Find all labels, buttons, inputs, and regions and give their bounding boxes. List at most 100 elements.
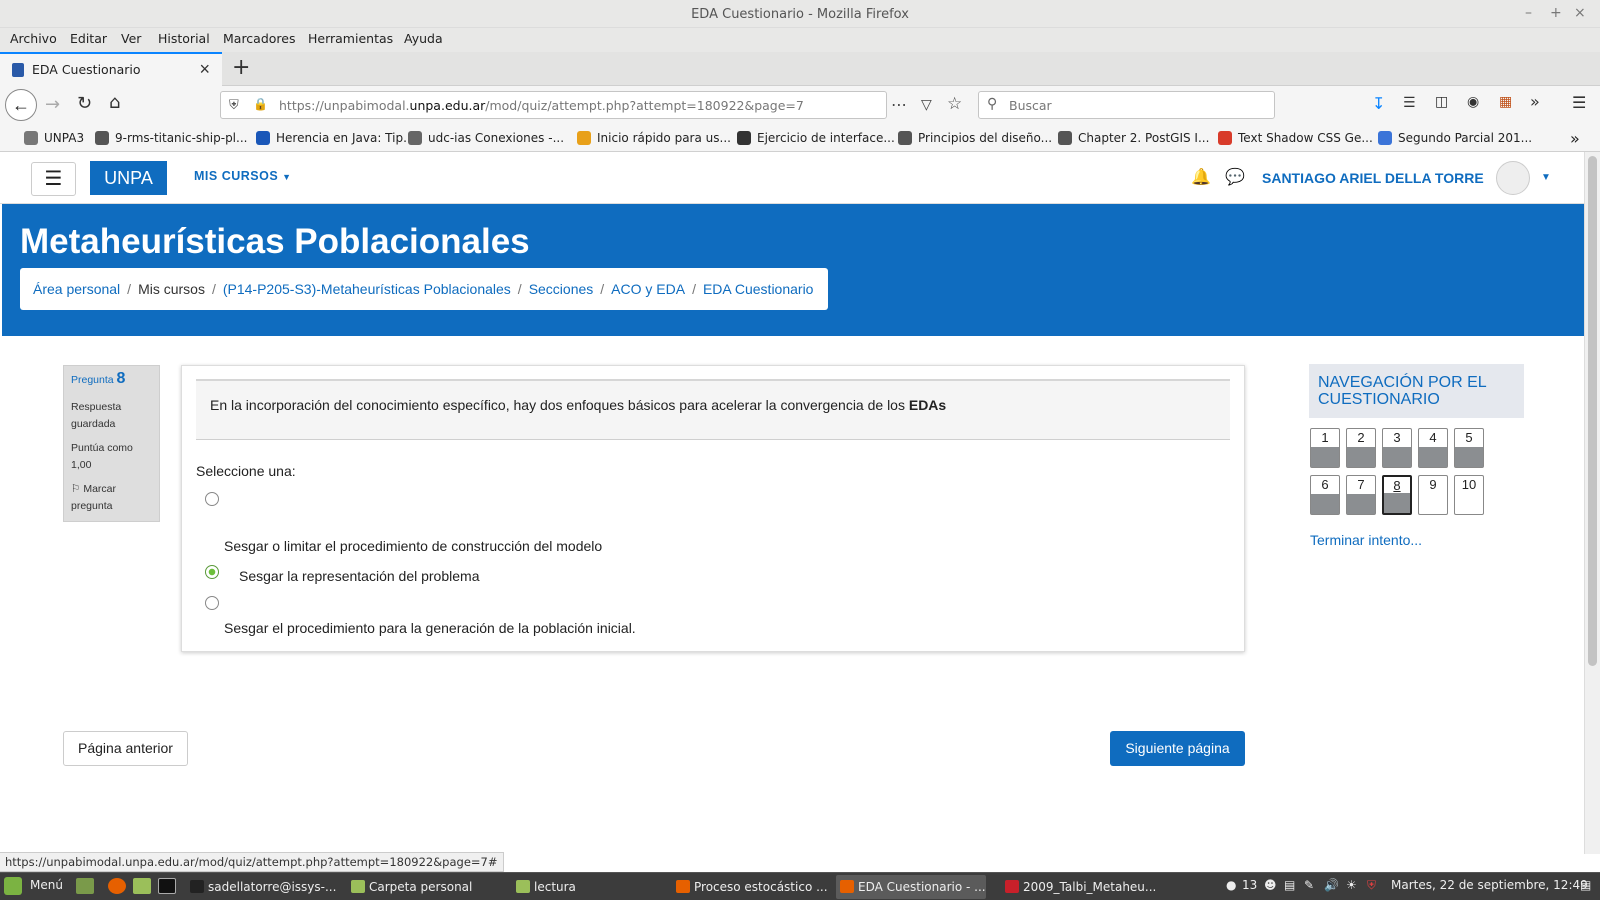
bookmark-item[interactable]: Inicio rápido para us... — [577, 131, 731, 145]
download-icon[interactable]: ↧ — [1372, 94, 1385, 113]
shield-tray-icon[interactable]: ⛨ — [1367, 878, 1376, 893]
overflow-chevron-icon[interactable]: » — [1530, 92, 1540, 111]
breadcrumb-aco-eda[interactable]: ACO y EDA — [611, 281, 685, 297]
shield-icon[interactable]: ⛨ — [229, 97, 239, 113]
quiz-nav-button[interactable]: 5 — [1454, 428, 1484, 468]
bookmark-item[interactable]: UNPA3 — [24, 131, 84, 145]
extension-icon[interactable]: ▦ — [1499, 94, 1512, 110]
brightness-icon[interactable]: ☀ — [1346, 878, 1357, 892]
bookmarks-overflow-icon[interactable]: » — [1570, 129, 1580, 148]
tab-eda-cuestionario[interactable]: EDA Cuestionario × — [0, 52, 222, 86]
account-icon[interactable]: ◉ — [1467, 94, 1479, 110]
menu-button[interactable]: Menú — [30, 878, 63, 892]
menu-archivo[interactable]: Archivo — [10, 31, 57, 46]
option-2-radio[interactable] — [205, 565, 219, 579]
back-button[interactable]: ← — [5, 89, 37, 121]
quiz-nav-button[interactable]: 7 — [1346, 475, 1376, 515]
option-2-label[interactable]: Sesgar la representación del problema — [239, 568, 479, 584]
menu-historial[interactable]: Historial — [158, 31, 210, 46]
quiz-nav-button[interactable]: 6 — [1310, 475, 1340, 515]
clipboard-icon[interactable]: ▤ — [1284, 878, 1295, 892]
flag-question-link[interactable]: ⚐ Marcar pregunta — [71, 481, 116, 515]
taskbar-window-button[interactable]: Carpeta personal — [347, 875, 505, 899]
option-3-label[interactable]: Sesgar el procedimiento para la generaci… — [224, 620, 636, 636]
user-menu-caret-icon[interactable]: ▼ — [1541, 172, 1551, 183]
mint-menu-icon[interactable] — [4, 877, 22, 895]
taskbar-window-button[interactable]: Proceso estocástico ... — [672, 875, 830, 899]
quiz-nav-button[interactable]: 10 — [1454, 475, 1484, 515]
firefox-launcher-icon[interactable] — [108, 878, 126, 894]
minimize-button[interactable]: – — [1525, 5, 1532, 21]
drawer-toggle-button[interactable]: ☰ — [31, 162, 76, 196]
breadcrumb-quiz[interactable]: EDA Cuestionario — [703, 281, 814, 297]
forward-button[interactable]: → — [45, 94, 60, 115]
breadcrumb-course[interactable]: (P14-P205-S3)-Metaheurísticas Poblaciona… — [223, 281, 511, 297]
user-icon[interactable]: ☻ — [1264, 878, 1277, 892]
reload-button[interactable]: ↻ — [77, 93, 92, 114]
scroll-thumb[interactable] — [1588, 156, 1597, 666]
breadcrumb-area-personal[interactable]: Área personal — [33, 281, 120, 297]
bookmark-item[interactable]: Text Shadow CSS Ge... — [1218, 131, 1373, 145]
library-icon[interactable]: ☰ — [1403, 95, 1416, 111]
files-launcher-icon[interactable] — [133, 878, 151, 894]
taskbar-window-button[interactable]: lectura — [512, 875, 662, 899]
volume-icon[interactable]: 🔊 — [1324, 878, 1339, 892]
mis-cursos-menu[interactable]: MIS CURSOS ▼ — [194, 169, 292, 183]
bookmark-star-icon[interactable]: ☆ — [947, 94, 962, 114]
site-brand[interactable]: UNPA — [90, 161, 167, 195]
pen-icon[interactable]: ✎ — [1304, 878, 1314, 892]
menu-editar[interactable]: Editar — [70, 31, 107, 46]
avatar[interactable] — [1496, 161, 1530, 195]
quiz-nav-button[interactable]: 1 — [1310, 428, 1340, 468]
previous-page-button[interactable]: Página anterior — [63, 731, 188, 766]
lock-icon[interactable]: 🔒 — [253, 97, 268, 111]
taskbar-window-button[interactable]: sadellatorre@issys-... — [186, 875, 336, 899]
clock[interactable]: Martes, 22 de septiembre, 12:49 — [1391, 878, 1588, 892]
quiz-nav-button[interactable]: 2 — [1346, 428, 1376, 468]
bookmark-item[interactable]: Segundo Parcial 201... — [1378, 131, 1532, 145]
bookmark-item[interactable]: Principios del diseño... — [898, 131, 1052, 145]
taskbar-window-button[interactable]: EDA Cuestionario - ... — [836, 875, 986, 899]
option-1-radio[interactable] — [205, 492, 219, 506]
menu-marcadores[interactable]: Marcadores — [223, 31, 296, 46]
close-window-button[interactable]: × — [1574, 5, 1586, 21]
quiz-nav-button[interactable]: 8 — [1382, 475, 1412, 515]
url-bar[interactable]: ⛨ 🔒 https://unpabimodal.unpa.edu.ar/mod/… — [220, 91, 962, 119]
bookmark-item[interactable]: Chapter 2. PostGIS I... — [1058, 131, 1209, 145]
bookmark-item[interactable]: 9-rms-titanic-ship-pl... — [95, 131, 247, 145]
option-1-label[interactable]: Sesgar o limitar el procedimiento de con… — [224, 538, 602, 554]
hamburger-menu-icon[interactable]: ☰ — [1572, 93, 1586, 112]
page-actions-icon[interactable]: ⋯ — [891, 95, 907, 115]
window-titlebar: EDA Cuestionario - Mozilla Firefox – + × — [0, 0, 1600, 28]
status-url: https://unpabimodal.unpa.edu.ar/mod/quiz… — [0, 852, 504, 872]
quiz-nav-button[interactable]: 3 — [1382, 428, 1412, 468]
terminal-launcher-icon[interactable] — [158, 878, 176, 894]
maximize-button[interactable]: + — [1550, 5, 1562, 21]
pocket-icon[interactable]: ▽ — [921, 96, 932, 113]
menu-ayuda[interactable]: Ayuda — [404, 31, 443, 46]
bookmark-item[interactable]: Ejercicio de interface... — [737, 131, 895, 145]
menu-herramientas[interactable]: Herramientas — [308, 31, 393, 46]
bookmark-item[interactable]: Herencia en Java: Tip... — [256, 131, 415, 145]
home-button[interactable]: ⌂ — [109, 92, 120, 113]
notifications-bell-icon[interactable]: 🔔 — [1191, 167, 1211, 187]
finish-attempt-link[interactable]: Terminar intento... — [1310, 532, 1422, 548]
breadcrumb-secciones[interactable]: Secciones — [529, 281, 594, 297]
bookmark-item[interactable]: udc-ias Conexiones -... — [408, 131, 564, 145]
show-desktop-icon[interactable] — [76, 878, 94, 894]
messages-icon[interactable]: 💬 — [1225, 167, 1245, 187]
taskbar-window-button[interactable]: 2009_Talbi_Metaheu... — [1001, 875, 1159, 899]
notifications-tray-icon[interactable]: ▤ — [1580, 878, 1591, 892]
new-tab-button[interactable]: + — [232, 55, 250, 80]
menu-ver[interactable]: Ver — [121, 31, 141, 46]
close-tab-icon[interactable]: × — [199, 59, 210, 80]
quiz-nav-button[interactable]: 9 — [1418, 475, 1448, 515]
user-name[interactable]: SANTIAGO ARIEL DELLA TORRE — [1262, 170, 1484, 186]
scrollbar[interactable] — [1584, 152, 1600, 854]
updates-icon[interactable]: ● — [1226, 878, 1236, 892]
search-bar[interactable]: ⚲ Buscar — [978, 91, 1275, 119]
sidebar-icon[interactable]: ◫ — [1435, 94, 1448, 110]
quiz-nav-button[interactable]: 4 — [1418, 428, 1448, 468]
next-page-button[interactable]: Siguiente página — [1110, 731, 1245, 766]
option-3-radio[interactable] — [205, 596, 219, 610]
